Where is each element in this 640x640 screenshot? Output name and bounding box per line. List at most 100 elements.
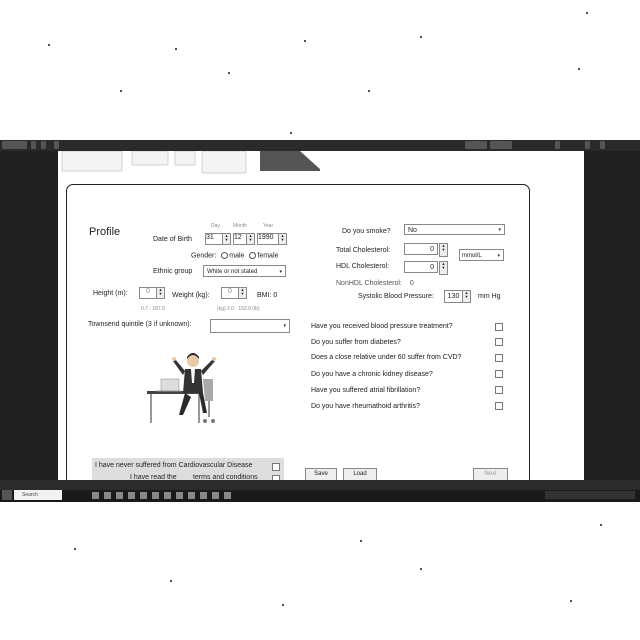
redo-icon[interactable] <box>41 141 46 149</box>
month-input[interactable]: 12 <box>233 233 247 245</box>
taskbar-app-icon[interactable] <box>116 492 123 499</box>
total-chol-label: Total Cholesterol: <box>336 247 391 254</box>
taskbar-app-icon[interactable] <box>164 492 171 499</box>
gender-male-label: male <box>229 252 245 260</box>
status-bar <box>0 480 640 490</box>
toolbar-button-b[interactable] <box>490 141 512 149</box>
smoke-label: Do you smoke? <box>342 228 391 235</box>
year-stepper[interactable]: ▲ ▼ <box>278 233 287 245</box>
rotate-icon[interactable] <box>54 141 59 149</box>
checkbox-never-suffered[interactable] <box>272 463 280 471</box>
start-icon[interactable] <box>2 490 12 500</box>
height-label: Height (m): <box>93 290 128 297</box>
checkbox-atrial-fibrillation[interactable] <box>495 386 503 394</box>
height-stepper[interactable]: ▲ ▼ <box>156 287 165 299</box>
month-value: 12 <box>234 234 242 241</box>
height-input[interactable]: 0 <box>139 287 157 299</box>
taskbar-app-icon[interactable] <box>140 492 147 499</box>
hdl-label: HDL Cholesterol: <box>336 263 390 270</box>
more-icon[interactable] <box>600 141 605 149</box>
nonhdl-value: 0 <box>409 280 414 287</box>
ethnic-value: White or not stated <box>207 269 258 275</box>
taskbar-app-icon[interactable] <box>188 492 195 499</box>
chevron-down-icon: ▾ <box>283 323 286 329</box>
profile-card: Profile Day Month Year Date of Birth 31 … <box>66 184 530 488</box>
chevron-down-icon: ▾ <box>279 269 282 275</box>
sbp-stepper[interactable]: ▲ ▼ <box>462 290 471 303</box>
sbp-value: 130 <box>447 293 460 300</box>
weight-label: Weight (kg): <box>172 292 210 299</box>
weight-input[interactable]: 0 <box>221 287 239 299</box>
nonhdl-label: NonHDL Cholesterol: <box>336 280 402 287</box>
checkbox-kidney[interactable] <box>495 370 503 378</box>
weight-stepper[interactable]: ▲ ▼ <box>238 287 247 299</box>
chol-unit-value: mmol/L <box>462 253 482 259</box>
question-bp-treatment: Have you received blood pressure treatme… <box>311 323 453 330</box>
thumbnail-strip <box>61 151 320 174</box>
sbp-label: Systolic Blood Pressure: <box>358 293 434 300</box>
smoke-value: No <box>408 227 417 234</box>
share-icon[interactable] <box>585 141 590 149</box>
total-chol-input[interactable]: 0 <box>404 243 438 255</box>
hdl-input[interactable]: 0 <box>404 261 438 273</box>
total-chol-stepper[interactable]: ▲ ▼ <box>439 243 448 257</box>
weight-value: 0 <box>228 288 232 295</box>
taskbar-app-icon[interactable] <box>212 492 219 499</box>
businessman-illustration <box>147 353 216 423</box>
day-value: 31 <box>206 234 214 241</box>
day-stepper[interactable]: ▲ ▼ <box>222 233 231 245</box>
total-chol-value: 0 <box>430 246 434 253</box>
sbp-input[interactable]: 130 <box>444 290 463 303</box>
undo-icon[interactable] <box>31 141 36 149</box>
ethnic-label: Ethnic group <box>153 268 193 275</box>
height-value: 0 <box>146 288 150 295</box>
nonhdl-row: NonHDL Cholesterol: 0 <box>336 280 414 287</box>
sbp-unit: mm Hg <box>478 293 501 300</box>
smoke-select[interactable]: No ▾ <box>404 224 505 235</box>
day-input[interactable]: 31 <box>205 233 223 245</box>
question-atrial-fibrillation: Have you suffered atrial fibrillation? <box>311 387 421 394</box>
checkbox-relative-cvd[interactable] <box>495 354 503 362</box>
question-relative-cvd: Does a close relative under 60 suffer fr… <box>311 354 462 361</box>
gender-female-radio[interactable] <box>249 252 257 259</box>
never-suffered-label: I have never suffered from Cardiovascula… <box>95 462 253 469</box>
chevron-down-icon: ▾ <box>497 253 500 259</box>
bmi-label: BMI: 0 <box>257 292 278 299</box>
taskbar-app-icon[interactable] <box>224 492 231 499</box>
toolbar-button-a[interactable] <box>465 141 487 149</box>
gender-female-label: female <box>257 252 279 260</box>
taskbar-app-icon[interactable] <box>200 492 207 499</box>
page-title: Profile <box>89 226 121 238</box>
system-tray <box>545 491 635 499</box>
taskbar-app-icon[interactable] <box>92 492 99 499</box>
taskbar-app-icon[interactable] <box>128 492 135 499</box>
month-label: Month <box>233 223 247 229</box>
question-rheumatoid-arthritis: Do you have rheumathoid arthritis? <box>311 403 420 410</box>
townsend-label: Townsend quintile (3 if unknown): <box>88 321 192 328</box>
window-icon[interactable] <box>555 141 560 149</box>
taskbar-search[interactable]: Search <box>14 490 62 500</box>
dob-label: Date of Birth <box>153 236 192 243</box>
chol-unit-select[interactable]: mmol/L ▾ <box>459 249 504 261</box>
taskbar-app-icon[interactable] <box>176 492 183 499</box>
taskbar-app-icon[interactable] <box>104 492 111 499</box>
ethnic-select[interactable]: White or not stated ▾ <box>203 265 286 277</box>
checkbox-diabetes[interactable] <box>495 338 503 346</box>
checkbox-rheumatoid-arthritis[interactable] <box>495 402 503 410</box>
app-toolbar <box>0 140 640 151</box>
townsend-select[interactable]: ▾ <box>210 319 290 333</box>
menu-button[interactable] <box>2 141 27 149</box>
year-input[interactable]: 1990 <box>257 233 279 245</box>
gender-row: Gender: male female <box>191 252 278 259</box>
chevron-down-icon: ▾ <box>498 227 501 233</box>
month-stepper[interactable]: ▲ ▼ <box>246 233 255 245</box>
question-kidney: Do you have a chronic kidney disease? <box>311 371 433 378</box>
gender-male-radio[interactable] <box>221 252 229 259</box>
question-diabetes: Do you suffer from diabetes? <box>311 339 401 346</box>
taskbar-app-icon[interactable] <box>152 492 159 499</box>
checkbox-bp-treatment[interactable] <box>495 323 503 331</box>
year-label: Year <box>263 223 274 229</box>
height-range: 0.7 - 187.0 <box>141 306 165 312</box>
day-label: Day <box>211 223 220 229</box>
hdl-stepper[interactable]: ▲ ▼ <box>439 261 448 275</box>
